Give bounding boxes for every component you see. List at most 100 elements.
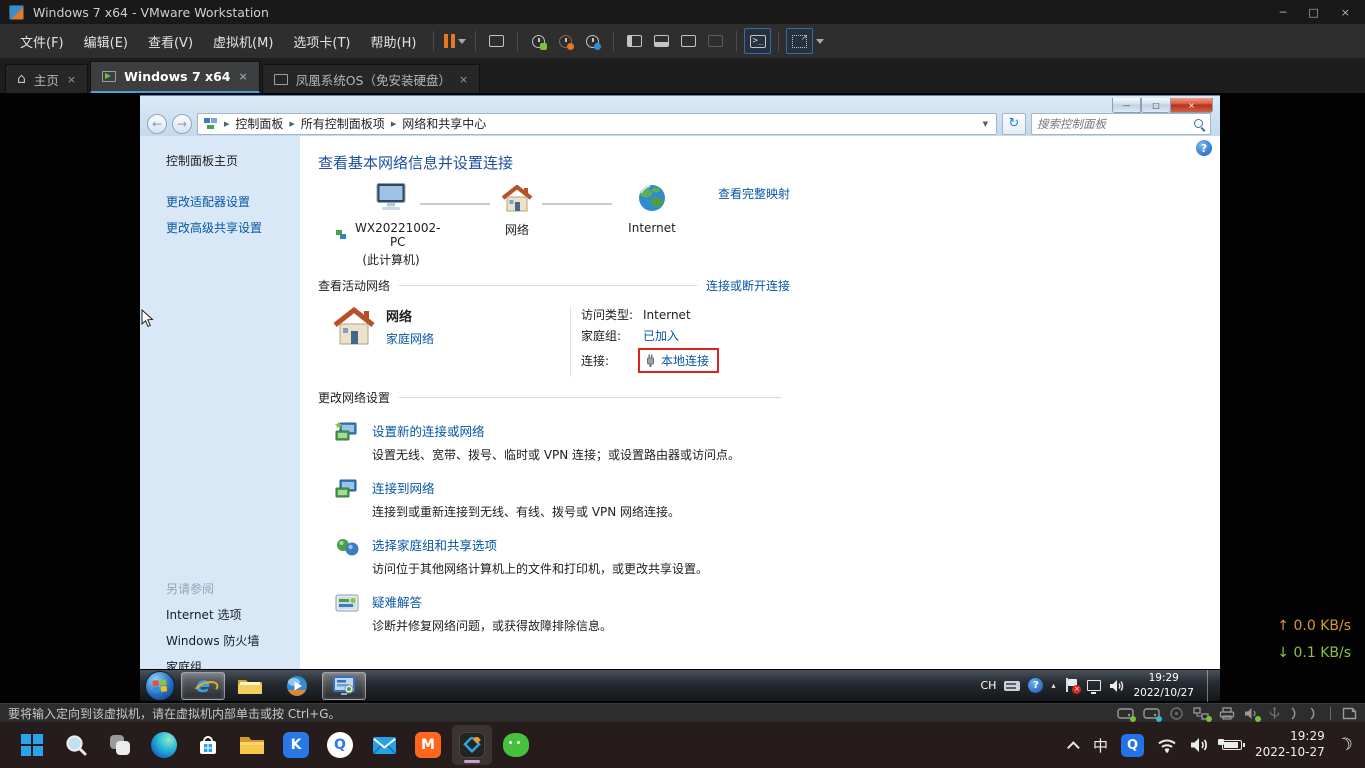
host-vmware-button[interactable] — [452, 725, 492, 765]
action-center-icon[interactable]: × — [1063, 678, 1079, 693]
hard-disk-icon[interactable] — [1117, 707, 1134, 720]
local-connection-link[interactable]: 本地连接 — [661, 352, 709, 369]
help-tray-icon[interactable]: ? — [1028, 678, 1043, 693]
help-icon[interactable]: ? — [1196, 140, 1212, 156]
host-quark-button[interactable]: Q — [320, 725, 360, 765]
console-view-button[interactable]: >_ — [744, 28, 771, 54]
host-k-app-button[interactable]: K — [276, 725, 316, 765]
usb-device-icon[interactable] — [1268, 707, 1281, 720]
window-maximize-button[interactable]: □ — [1308, 6, 1318, 19]
manage-snapshots-button[interactable] — [579, 28, 606, 54]
window-minimize-button[interactable]: ─ — [1280, 6, 1287, 19]
connect-to-network-link[interactable]: 连接到网络 — [372, 478, 680, 497]
printer-icon[interactable] — [1219, 707, 1235, 720]
revert-snapshot-button[interactable] — [552, 28, 579, 54]
breadcrumb[interactable]: ▶ 控制面板 ▶ 所有控制面板项 ▶ 网络和共享中心 ▼ — [197, 113, 997, 135]
send-ctrl-alt-del-button[interactable] — [483, 28, 510, 54]
search-box[interactable] — [1031, 113, 1211, 135]
hard-disk-2-icon[interactable] — [1143, 707, 1160, 720]
sidebar-item-windows-firewall[interactable]: Windows 防火墙 — [166, 632, 259, 649]
take-snapshot-button[interactable] — [525, 28, 552, 54]
tab-home[interactable]: ⌂ 主页 × — [5, 64, 88, 93]
tab-phoenix[interactable]: 凤凰系统OS（免安装硬盘） × — [262, 64, 481, 93]
sidebar-item-advanced-sharing[interactable]: 更改高级共享设置 — [166, 219, 300, 236]
back-button[interactable]: ← — [147, 114, 167, 134]
window-close-button[interactable]: × — [1341, 6, 1350, 19]
serial-port-icon[interactable] — [1290, 707, 1300, 720]
close-icon[interactable]: × — [238, 70, 247, 83]
forward-button[interactable]: → — [172, 114, 192, 134]
view-full-map-link[interactable]: 查看完整映射 — [718, 185, 790, 202]
breadcrumb-network-sharing-center[interactable]: 网络和共享中心 — [402, 115, 486, 132]
taskbar-network-center-button[interactable] — [322, 672, 366, 700]
host-edge-button[interactable] — [144, 725, 184, 765]
choose-homegroup-link[interactable]: 选择家庭组和共享选项 — [372, 535, 708, 554]
chevron-down-icon[interactable] — [816, 39, 824, 44]
close-icon[interactable]: × — [67, 73, 76, 86]
host-clock[interactable]: 19:29 2022-10-27 — [1255, 729, 1325, 760]
tab-windows7[interactable]: Windows 7 x64 × — [90, 61, 260, 93]
guest-clock[interactable]: 19:29 2022/10/27 — [1133, 671, 1194, 699]
host-search-button[interactable] — [56, 725, 96, 765]
home-network-icon[interactable] — [330, 306, 376, 348]
show-thumbnail-bar-button[interactable] — [648, 28, 675, 54]
menu-edit[interactable]: 编辑(E) — [74, 27, 138, 56]
fit-guest-button[interactable] — [786, 28, 813, 54]
taskbar-explorer-button[interactable] — [228, 672, 272, 700]
unity-mode-button[interactable] — [702, 28, 729, 54]
breadcrumb-all-items[interactable]: 所有控制面板项 — [301, 115, 385, 132]
night-mode-icon[interactable]: ☽ — [1335, 733, 1356, 757]
wifi-icon[interactable] — [1157, 737, 1177, 753]
map-node-computer[interactable]: WX20221002-PC (此计算机) — [336, 183, 446, 268]
fullscreen-button[interactable] — [675, 28, 702, 54]
show-hidden-icons[interactable]: ▴ — [1051, 681, 1055, 690]
speaker-icon[interactable] — [1190, 737, 1209, 753]
message-log-icon[interactable] — [1342, 707, 1357, 720]
network-tray-icon[interactable] — [1087, 680, 1101, 691]
suspend-vm-button[interactable] — [441, 28, 468, 54]
parallel-port-icon[interactable] — [1309, 707, 1319, 720]
menu-view[interactable]: 查看(V) — [138, 27, 203, 56]
host-mail-button[interactable] — [364, 725, 404, 765]
sound-icon[interactable] — [1244, 707, 1259, 720]
show-library-button[interactable] — [621, 28, 648, 54]
setup-new-connection-link[interactable]: 设置新的连接或网络 — [372, 421, 740, 440]
troubleshoot-link[interactable]: 疑难解答 — [372, 592, 612, 611]
host-ime-indicator[interactable]: 中 — [1093, 735, 1108, 756]
map-node-network[interactable]: 网络 — [485, 185, 549, 238]
qq-tray-icon[interactable]: Q — [1121, 734, 1144, 757]
taskbar-wmp-button[interactable] — [275, 672, 319, 700]
host-task-view-button[interactable] — [100, 725, 140, 765]
menu-tabs[interactable]: 选项卡(T) — [283, 27, 360, 56]
language-indicator[interactable]: CH — [981, 679, 997, 692]
search-input[interactable] — [1037, 117, 1194, 131]
battery-charging-icon[interactable] — [1222, 740, 1242, 750]
sidebar-item-internet-options[interactable]: Internet 选项 — [166, 606, 259, 623]
connect-disconnect-link[interactable]: 连接或断开连接 — [706, 277, 790, 294]
breadcrumb-control-panel[interactable]: 控制面板 — [235, 115, 283, 132]
map-node-internet[interactable]: Internet — [617, 183, 687, 235]
menu-vm[interactable]: 虚拟机(M) — [203, 27, 283, 56]
host-file-explorer-button[interactable] — [232, 725, 272, 765]
taskbar-ie-button[interactable]: e — [181, 672, 225, 700]
cd-rom-icon[interactable] — [1169, 707, 1184, 720]
refresh-button[interactable]: ↻ — [1002, 113, 1026, 135]
show-desktop-button[interactable] — [1207, 670, 1217, 702]
close-icon[interactable]: × — [459, 73, 468, 86]
host-mangotv-button[interactable]: M — [408, 725, 448, 765]
host-store-button[interactable] — [188, 725, 228, 765]
home-network-link[interactable]: 家庭网络 — [386, 330, 434, 347]
start-button[interactable] — [145, 671, 175, 701]
volume-icon[interactable] — [1109, 679, 1125, 693]
menu-help[interactable]: 帮助(H) — [361, 27, 427, 56]
host-wechat-button[interactable] — [496, 725, 536, 765]
show-hidden-icons-chevron[interactable] — [1067, 741, 1080, 754]
network-adapter-icon[interactable] — [1193, 707, 1210, 720]
address-dropdown-icon[interactable]: ▼ — [980, 120, 991, 128]
keyboard-icon[interactable] — [1004, 681, 1020, 691]
sidebar-item-home[interactable]: 控制面板主页 — [166, 152, 300, 169]
menu-file[interactable]: 文件(F) — [10, 27, 74, 56]
homegroup-joined-link[interactable]: 已加入 — [643, 327, 679, 344]
sidebar-item-change-adapter[interactable]: 更改适配器设置 — [166, 193, 300, 210]
host-start-button[interactable] — [12, 725, 52, 765]
